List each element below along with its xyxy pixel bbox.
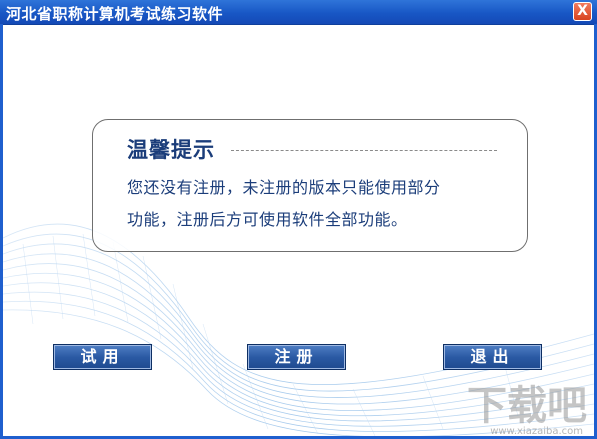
close-button[interactable]: X [573, 2, 592, 21]
tip-box: 温馨提示 您还没有注册，未注册的版本只能使用部分 功能，注册后方可使用软件全部功… [92, 119, 528, 252]
tip-divider [231, 150, 497, 151]
tip-message-line2: 功能，注册后方可使用软件全部功能。 [127, 210, 408, 229]
tip-message-line1: 您还没有注册，未注册的版本只能使用部分 [127, 178, 441, 197]
app-window: 河北省职称计算机考试练习软件 X 温馨提示 您还没有注册，未注册的版本只能使用部… [0, 0, 597, 439]
window-title: 河北省职称计算机考试练习软件 [6, 5, 224, 23]
trial-button[interactable]: 试用 [53, 344, 152, 370]
window-frame-left [0, 24, 3, 439]
close-icon: X [577, 3, 588, 19]
exit-button[interactable]: 退出 [443, 344, 542, 370]
register-button[interactable]: 注册 [247, 344, 346, 370]
watermark-logo: 下载吧 [467, 383, 587, 429]
title-bar[interactable]: 河北省职称计算机考试练习软件 X [0, 0, 597, 25]
tip-title: 温馨提示 [127, 137, 215, 162]
